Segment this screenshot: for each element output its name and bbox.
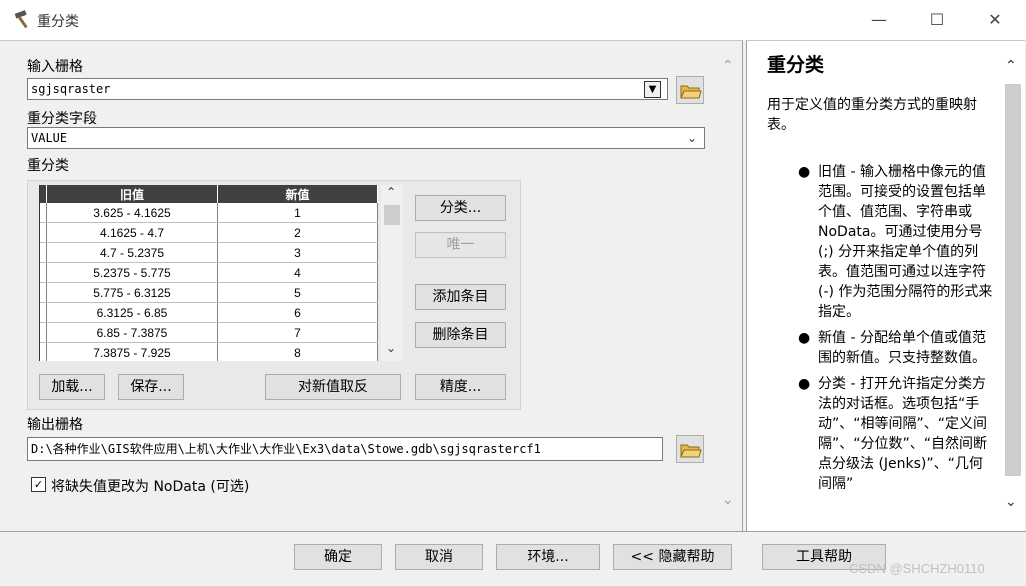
precision-button[interactable]: 精度... xyxy=(415,374,506,400)
bullet-icon: ● xyxy=(798,330,811,346)
parameters-scrollbar[interactable]: ⌃ ⌄ xyxy=(718,52,740,522)
checkmark-icon: ✓ xyxy=(33,478,44,491)
new-value-cell[interactable]: 4 xyxy=(217,262,378,283)
folder-icon xyxy=(680,85,702,99)
new-value-cell[interactable]: 5 xyxy=(217,282,378,303)
cancel-button[interactable]: 取消 xyxy=(395,544,483,570)
ok-button[interactable]: 确定 xyxy=(294,544,382,570)
reclass-label: 重分类 xyxy=(27,158,69,174)
chevron-up-icon[interactable]: ⌃ xyxy=(722,58,734,74)
save-button[interactable]: 保存... xyxy=(118,374,184,400)
delete-entry-button[interactable]: 删除条目 xyxy=(415,322,506,348)
help-item-text: 分类 - 打开允许指定分类方法的对话框。选项包括“手动”、“相等间隔”、“定义间… xyxy=(818,376,988,492)
close-button[interactable]: ✕ xyxy=(966,0,1024,40)
help-item: ● 旧值 - 输入栅格中像元的值范围。可接受的设置包括单个值、值范围、字符串或 N… xyxy=(790,162,995,322)
reverse-new-values-button[interactable]: 对新值取反 xyxy=(265,374,401,400)
input-raster-label: 输入栅格 xyxy=(27,59,83,75)
reclass-field-label: 重分类字段 xyxy=(27,111,97,127)
help-scroll-thumb[interactable] xyxy=(1005,84,1021,476)
old-value-cell[interactable]: 6.3125 - 6.85 xyxy=(46,302,218,323)
help-item-text: 旧值 - 输入栅格中像元的值范围。可接受的设置包括单个值、值范围、字符串或 No… xyxy=(818,164,993,320)
table-row[interactable]: 7.3875 - 7.925 8 xyxy=(40,342,378,361)
chevron-down-icon[interactable]: ⌄ xyxy=(1005,494,1017,510)
bullet-icon: ● xyxy=(798,164,811,180)
classify-button[interactable]: 分类... xyxy=(415,195,506,221)
load-button[interactable]: 加载... xyxy=(39,374,105,400)
old-value-cell[interactable]: 4.1625 - 4.7 xyxy=(46,222,218,243)
old-value-cell[interactable]: 6.85 - 7.3875 xyxy=(46,322,218,343)
table-row[interactable]: 5.2375 - 5.775 4 xyxy=(40,262,378,283)
help-intro: 用于定义值的重分类方式的重映射表。 xyxy=(767,97,977,133)
old-value-cell[interactable]: 5.2375 - 5.775 xyxy=(46,262,218,283)
maximize-icon: ☐ xyxy=(929,10,945,29)
new-value-cell[interactable]: 1 xyxy=(217,203,378,223)
hide-help-button[interactable]: << 隐藏帮助 xyxy=(613,544,732,570)
help-scrollbar[interactable]: ⌃ ⌄ xyxy=(1002,52,1024,522)
chevron-up-icon[interactable]: ⌃ xyxy=(1005,58,1017,74)
new-value-cell[interactable]: 8 xyxy=(217,342,378,361)
help-item: ● 新值 - 分配给单个值或值范围的新值。只支持整数值。 xyxy=(790,328,995,368)
table-scroll-thumb[interactable] xyxy=(384,205,400,225)
new-value-cell[interactable]: 6 xyxy=(217,302,378,323)
new-value-cell[interactable]: 3 xyxy=(217,242,378,263)
old-value-cell[interactable]: 5.775 - 6.3125 xyxy=(46,282,218,303)
folder-icon xyxy=(680,444,702,458)
new-value-header: 新值 xyxy=(217,185,378,203)
help-item: ● 分类 - 打开允许指定分类方法的对话框。选项包括“手动”、“相等间隔”、“定义… xyxy=(790,374,995,494)
help-title: 重分类 xyxy=(767,54,825,76)
nodata-checkbox-label[interactable]: 将缺失值更改为 NoData (可选) xyxy=(51,476,249,496)
table-row[interactable]: 4.7 - 5.2375 3 xyxy=(40,242,378,263)
unique-button[interactable]: 唯一 xyxy=(415,232,506,258)
chevron-down-icon[interactable]: ⌄ xyxy=(386,341,396,355)
environments-button[interactable]: 环境... xyxy=(496,544,600,570)
output-raster-label: 输出栅格 xyxy=(27,417,83,433)
table-row[interactable]: 5.775 - 6.3125 5 xyxy=(40,282,378,303)
close-icon: ✕ xyxy=(988,10,1002,29)
title-bar: 重分类 — ☐ ✕ xyxy=(0,0,1026,40)
output-raster-field[interactable]: D:\各种作业\GIS软件应用\上机\大作业\大作业\Ex3\data\Stow… xyxy=(27,437,663,461)
minimize-icon: — xyxy=(871,10,887,29)
new-value-cell[interactable]: 2 xyxy=(217,222,378,243)
old-value-cell[interactable]: 3.625 - 4.1625 xyxy=(46,203,218,223)
old-value-cell[interactable]: 4.7 - 5.2375 xyxy=(46,242,218,263)
old-value-header: 旧值 xyxy=(46,185,218,203)
input-raster-dropdown-button[interactable]: ▼ xyxy=(644,81,661,98)
table-row[interactable]: 6.3125 - 6.85 6 xyxy=(40,302,378,323)
watermark: CSDN @SHCHZH0110 xyxy=(849,561,985,576)
output-raster-browse-button[interactable] xyxy=(676,435,704,463)
old-value-cell[interactable]: 7.3875 - 7.925 xyxy=(46,342,218,361)
window-title: 重分类 xyxy=(37,14,79,30)
chevron-up-icon[interactable]: ⌃ xyxy=(386,185,396,199)
table-scrollbar[interactable]: ⌃ ⌄ xyxy=(381,185,403,361)
reclass-field-select[interactable]: VALUE xyxy=(27,127,705,149)
table-row[interactable]: 3.625 - 4.1625 1 xyxy=(40,203,378,223)
table-row[interactable]: 6.85 - 7.3875 7 xyxy=(40,322,378,343)
maximize-button[interactable]: ☐ xyxy=(908,0,966,40)
minimize-button[interactable]: — xyxy=(850,0,908,40)
reclass-table[interactable]: 旧值 新值 3.625 - 4.1625 1 4.1625 - 4.7 2 4.7 … xyxy=(39,185,378,361)
new-value-cell[interactable]: 7 xyxy=(217,322,378,343)
chevron-down-icon[interactable]: ⌄ xyxy=(722,492,734,508)
help-item-text: 新值 - 分配给单个值或值范围的新值。只支持整数值。 xyxy=(818,330,986,366)
bullet-icon: ● xyxy=(798,376,811,392)
input-raster-browse-button[interactable] xyxy=(676,76,704,104)
dropdown-arrow-icon: ▼ xyxy=(648,84,657,95)
nodata-checkbox[interactable]: ✓ xyxy=(31,477,46,492)
add-entry-button[interactable]: 添加条目 xyxy=(415,284,506,310)
table-row[interactable]: 4.1625 - 4.7 2 xyxy=(40,222,378,243)
hammer-icon xyxy=(14,10,28,29)
chevron-down-icon: ⌄ xyxy=(687,131,698,145)
help-list: ● 旧值 - 输入栅格中像元的值范围。可接受的设置包括单个值、值范围、字符串或 N… xyxy=(790,162,995,528)
input-raster-field[interactable]: sgjsqraster xyxy=(27,78,668,100)
